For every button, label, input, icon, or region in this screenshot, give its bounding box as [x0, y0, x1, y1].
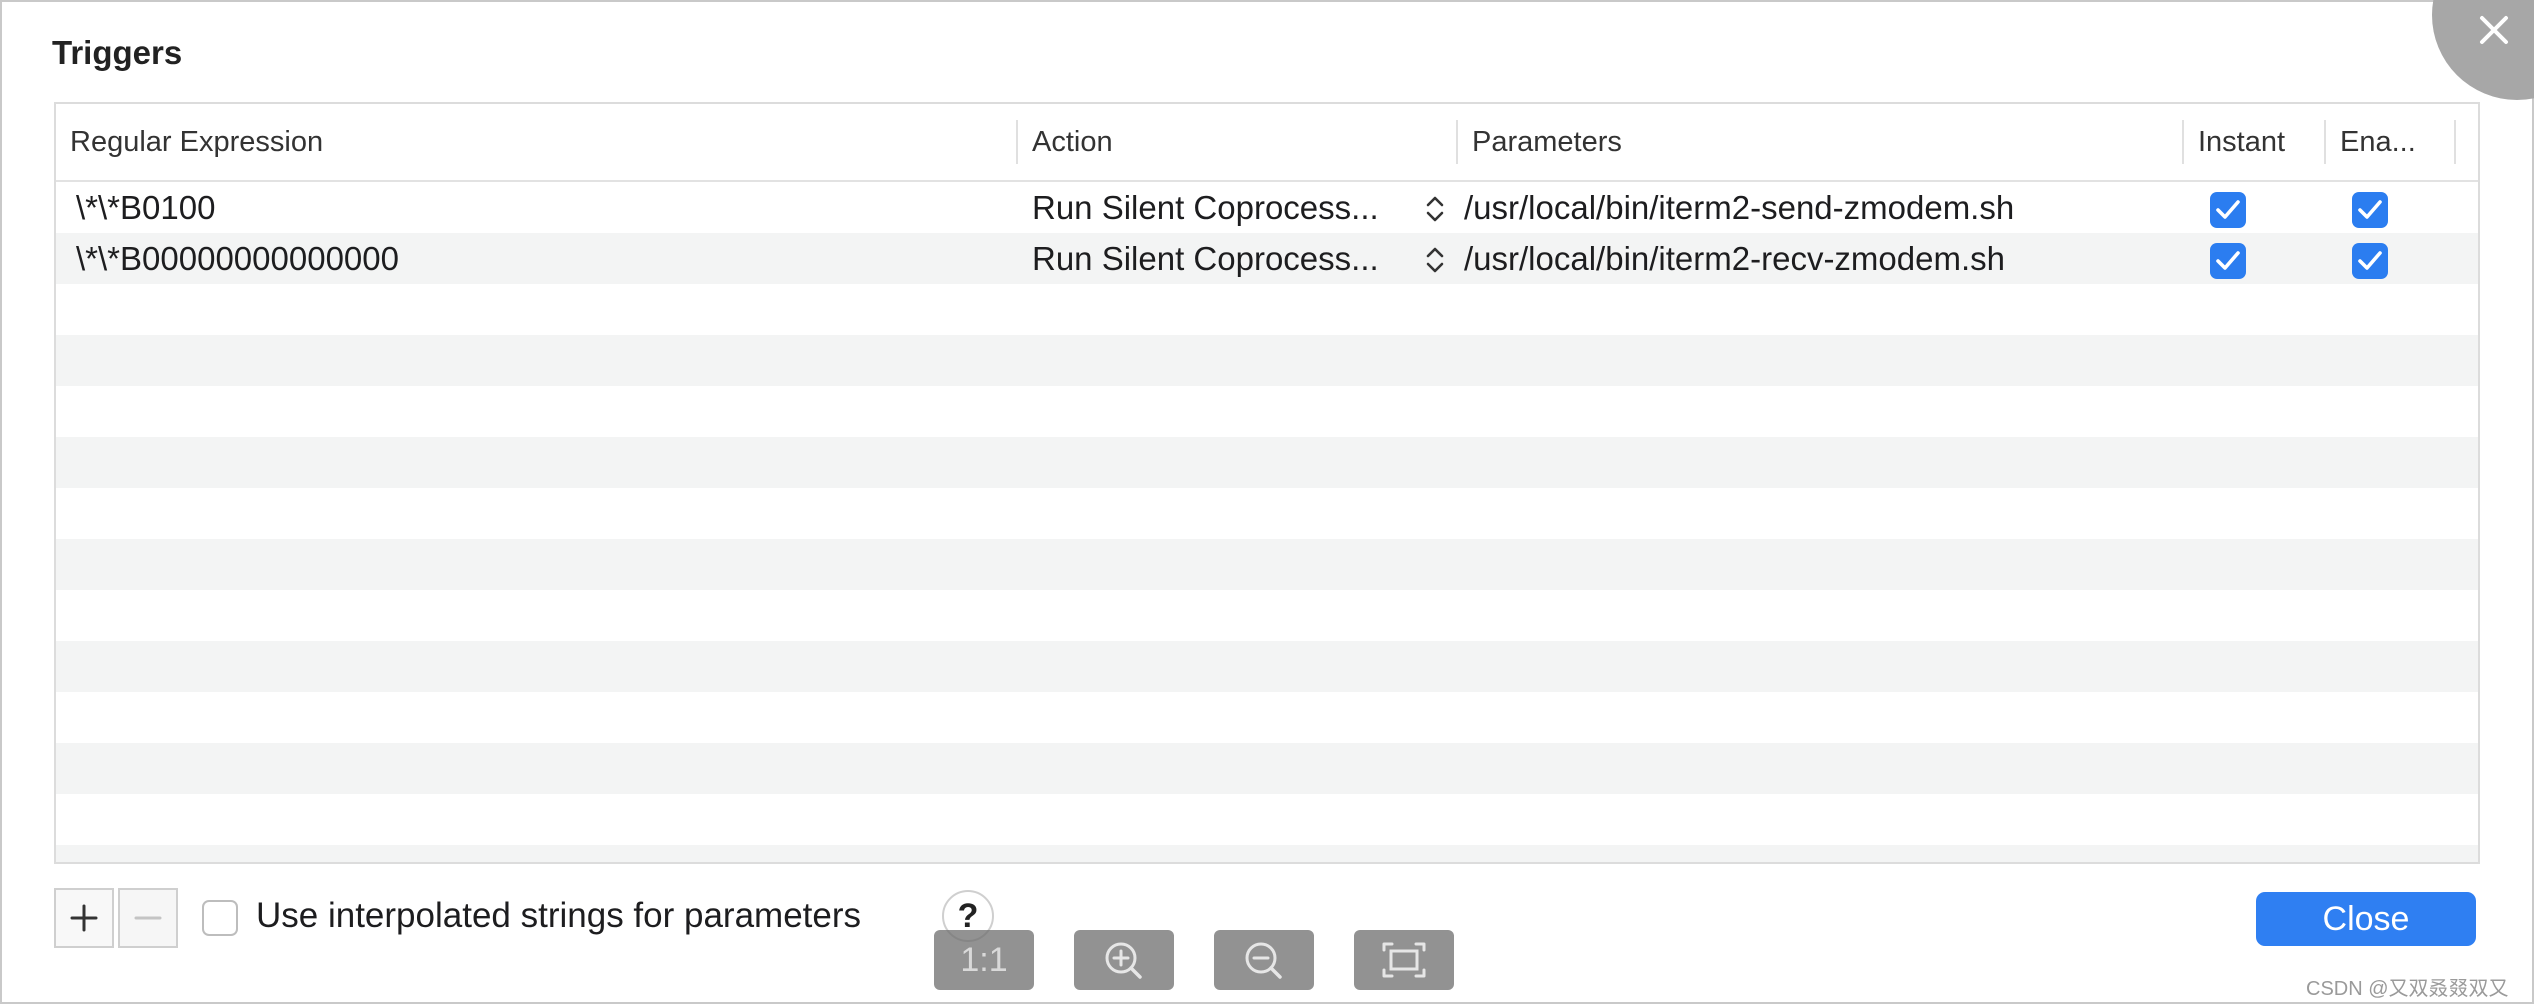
- watermark: CSDN @又双叒叕双又: [2306, 978, 2509, 1000]
- interpolated-strings-checkbox[interactable]: [202, 900, 238, 936]
- empty-row: [56, 743, 2478, 794]
- empty-row: [56, 284, 2478, 335]
- fit-screen-button[interactable]: [1354, 930, 1454, 990]
- empty-row: [56, 335, 2478, 386]
- minus-icon: [134, 916, 162, 920]
- zoom-out-button[interactable]: [1214, 930, 1314, 990]
- triggers-table: Regular Expression Action Parameters Ins…: [54, 102, 2480, 864]
- instant-checkbox[interactable]: [2210, 243, 2246, 279]
- empty-row: [56, 590, 2478, 641]
- column-header-instant[interactable]: Instant: [2184, 104, 2326, 180]
- zoom-in-icon: [1105, 942, 1142, 979]
- column-header-label: Action: [1032, 126, 1113, 158]
- dialog-title: Triggers: [52, 34, 183, 71]
- checkmark-icon: [2216, 200, 2240, 219]
- column-header-action[interactable]: Action: [1018, 104, 1458, 180]
- column-header-label: Parameters: [1472, 126, 1622, 158]
- instant-checkbox[interactable]: [2210, 192, 2246, 228]
- column-header-enabled[interactable]: Ena...: [2326, 104, 2456, 180]
- empty-row: [56, 692, 2478, 743]
- zoom-in-button[interactable]: [1074, 930, 1174, 990]
- checkmark-icon: [2358, 200, 2382, 219]
- column-header-label: Instant: [2198, 126, 2286, 158]
- triggers-dialog: Triggers Regular Expression Action Param…: [0, 0, 2534, 1004]
- parameters-cell[interactable]: /usr/local/bin/iterm2-send-zmodem.sh: [1464, 182, 2164, 233]
- empty-row: [56, 641, 2478, 692]
- empty-row: [56, 437, 2478, 488]
- table-row[interactable]: \*\*B00000000000000 Run Silent Coprocess…: [56, 233, 2478, 284]
- empty-row: [56, 794, 2478, 845]
- zoom-out-icon: [1245, 942, 1282, 979]
- enabled-checkbox[interactable]: [2352, 192, 2388, 228]
- interpolated-strings-label: Use interpolated strings for parameters: [256, 896, 861, 935]
- column-header-label: Regular Expression: [70, 126, 324, 158]
- actual-size-button[interactable]: 1:1: [934, 930, 1034, 990]
- regex-cell[interactable]: \*\*B00000000000000: [76, 233, 996, 284]
- table-header: Regular Expression Action Parameters Ins…: [56, 104, 2478, 182]
- empty-row: [56, 488, 2478, 539]
- action-popup[interactable]: Run Silent Coprocess...: [1032, 233, 1432, 284]
- remove-trigger-button[interactable]: [118, 888, 178, 948]
- checkmark-icon: [2358, 251, 2382, 270]
- add-trigger-button[interactable]: [54, 888, 114, 948]
- regex-cell[interactable]: \*\*B0100: [76, 182, 996, 233]
- plus-icon: [70, 904, 98, 932]
- empty-row: [56, 386, 2478, 437]
- column-header-regex[interactable]: Regular Expression: [56, 104, 1018, 180]
- enabled-checkbox[interactable]: [2352, 243, 2388, 279]
- actual-size-label: 1:1: [960, 941, 1008, 979]
- empty-row: [56, 539, 2478, 590]
- action-popup[interactable]: Run Silent Coprocess...: [1032, 182, 1432, 233]
- empty-row: [56, 845, 2478, 862]
- fit-screen-icon: [1382, 942, 1426, 978]
- close-button[interactable]: Close: [2256, 892, 2476, 946]
- close-icon[interactable]: [2474, 10, 2514, 50]
- column-header-parameters[interactable]: Parameters: [1458, 104, 2184, 180]
- chevron-up-down-icon[interactable]: [1424, 245, 1446, 275]
- table-row[interactable]: \*\*B0100 Run Silent Coprocess... /usr/l…: [56, 182, 2478, 233]
- parameters-cell[interactable]: /usr/local/bin/iterm2-recv-zmodem.sh: [1464, 233, 2164, 284]
- column-header-label: Ena...: [2340, 126, 2416, 158]
- checkmark-icon: [2216, 251, 2240, 270]
- chevron-up-down-icon[interactable]: [1424, 194, 1446, 224]
